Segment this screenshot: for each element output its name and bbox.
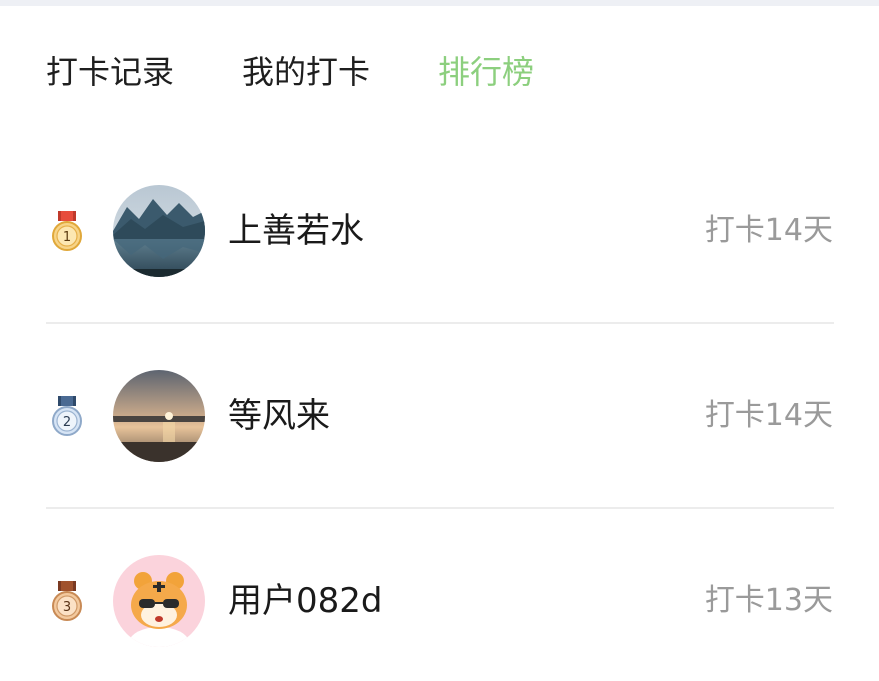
tiger-cartoon-avatar[interactable] [113,555,205,647]
leaderboard-row[interactable]: 2 等风来 打卡14天 [0,370,879,462]
top-bar [0,0,879,6]
medal-rank-text: 2 [63,415,71,430]
divider [46,507,834,509]
tab-checkin-records[interactable]: 打卡记录 [46,50,174,94]
silver-medal-icon: 2 [50,396,84,438]
checkin-days: 打卡13天 [704,583,833,618]
tab-my-checkins[interactable]: 我的打卡 [242,50,370,94]
divider [46,322,834,324]
tab-leaderboard[interactable]: 排行榜 [438,50,534,94]
mountain-lake-avatar[interactable] [113,185,205,277]
user-name: 等风来 [228,396,330,436]
checkin-days: 打卡14天 [704,398,833,433]
medal-rank-text: 3 [63,600,71,615]
user-name: 上善若水 [228,211,364,251]
leaderboard-row[interactable]: 1 上善若水 打卡14天 [0,185,879,277]
bronze-medal-icon: 3 [50,581,84,623]
gold-medal-icon: 1 [50,211,84,253]
sunset-lake-avatar[interactable] [113,370,205,462]
tab-bar: 打卡记录 我的打卡 排行榜 [46,50,602,94]
medal-rank-text: 1 [63,230,71,245]
leaderboard-row[interactable]: 3 用户082d 打卡13天 [0,555,879,647]
checkin-days: 打卡14天 [704,213,833,248]
user-name: 用户082d [228,581,383,621]
